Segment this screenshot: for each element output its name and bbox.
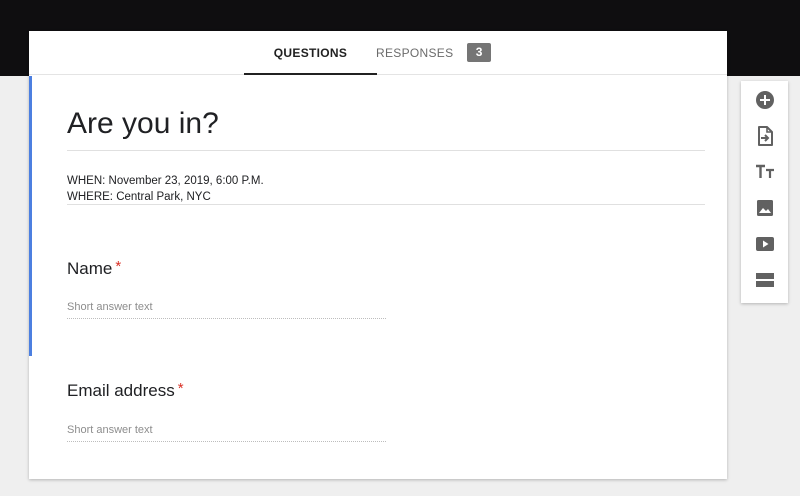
description-line-where: WHERE: Central Park, NYC — [67, 191, 211, 203]
add-section-icon[interactable] — [755, 270, 775, 290]
tab-bar: QUESTIONS RESPONSES 3 — [29, 31, 727, 75]
form-card: QUESTIONS RESPONSES 3 Are you in? WHEN: … — [29, 31, 727, 479]
floating-toolbar — [741, 81, 788, 303]
tab-questions-label: QUESTIONS — [273, 45, 348, 60]
add-video-icon[interactable] — [755, 234, 775, 254]
required-asterisk: * — [177, 380, 184, 397]
question-email-label[interactable]: Email address * — [67, 380, 184, 401]
question-name-text: Name — [67, 259, 113, 278]
question-email-text: Email address — [67, 381, 175, 400]
responses-count-badge: 3 — [467, 43, 491, 62]
short-answer-field-name[interactable]: Short answer text — [67, 301, 386, 319]
add-question-icon[interactable] — [755, 90, 775, 110]
add-image-icon[interactable] — [755, 198, 775, 218]
required-asterisk: * — [115, 258, 122, 275]
active-section-indicator — [29, 76, 32, 356]
tab-responses-label: RESPONSES — [376, 45, 454, 60]
add-title-icon[interactable] — [755, 162, 775, 182]
tab-questions[interactable]: QUESTIONS — [244, 31, 377, 75]
title-divider — [67, 150, 705, 151]
form-title[interactable]: Are you in? — [67, 107, 219, 141]
short-answer-field-email[interactable]: Short answer text — [67, 424, 386, 442]
tab-responses[interactable]: RESPONSES 3 — [376, 31, 491, 74]
question-name-label[interactable]: Name * — [67, 258, 121, 279]
form-description[interactable]: WHEN: November 23, 2019, 6:00 P.M. WHERE… — [67, 173, 264, 205]
description-divider — [67, 204, 705, 205]
import-questions-icon[interactable] — [755, 126, 775, 146]
description-line-when: WHEN: November 23, 2019, 6:00 P.M. — [67, 175, 264, 187]
